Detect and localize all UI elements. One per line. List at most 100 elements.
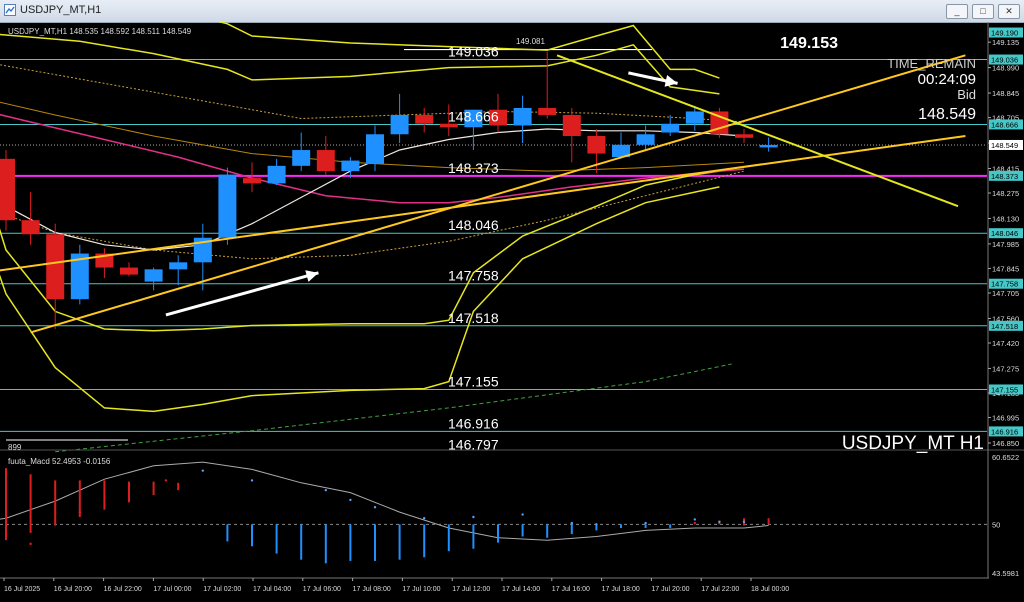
time-tick-label: 17 Jul 14:00 (502, 586, 540, 593)
macd-dot (201, 469, 204, 472)
candle-body (636, 134, 655, 145)
time-tick-label: 16 Jul 20:00 (54, 586, 92, 593)
time-tick-label: 17 Jul 18:00 (602, 586, 640, 593)
price-tick-label: 147.985 (992, 240, 1019, 249)
price-tag-level: 148.373 (991, 172, 1018, 181)
candle-body (292, 150, 311, 166)
macd-axis-label: 50 (992, 520, 1000, 529)
time-tick-label: 17 Jul 12:00 (452, 586, 490, 593)
time-axis[interactable]: 16 Jul 2025 16 Jul 20:00 16 Jul 22:00 17 Ju… (0, 577, 989, 593)
chart-area[interactable]: 149.036 148.666 148.373 148.046 147.758 147.5… (0, 0, 1024, 597)
macd-dot (127, 498, 131, 502)
candle-body (538, 107, 557, 115)
price-tag-top: 149.190 (991, 29, 1018, 38)
macd-dot (595, 523, 598, 526)
candle-body (735, 134, 753, 138)
macd-dot (373, 506, 377, 509)
candle-body (390, 114, 409, 135)
candle-body (218, 174, 237, 238)
candle-body (46, 234, 65, 300)
price-tick-label: 148.130 (992, 214, 1019, 223)
candle-body (267, 165, 286, 184)
candle-body (366, 134, 384, 165)
candle-body (562, 114, 581, 137)
time-remain-value: 00:24:09 (918, 71, 976, 88)
candle-body (243, 178, 261, 184)
price-tag-current: 148.549 (991, 141, 1018, 150)
ma-dotted-upper (0, 64, 745, 123)
level-label: 148.046 (448, 217, 499, 233)
level-label: 147.758 (448, 268, 499, 284)
macd-dot (521, 513, 524, 516)
macd-dot (250, 479, 254, 482)
candle-body (513, 107, 532, 126)
band-inner-lower (0, 170, 720, 332)
chart-window-icon (4, 4, 16, 16)
macd-dot (29, 542, 32, 546)
macd-dot (742, 520, 746, 524)
level-label: 147.518 (448, 310, 499, 326)
price-tick-label: 146.850 (992, 439, 1019, 448)
bid-label: Bid (957, 87, 976, 102)
trend-arrow-head[interactable] (664, 75, 678, 87)
time-tick-label: 17 Jul 20:00 (651, 586, 689, 593)
price-chart-canvas[interactable]: 149.036 148.666 148.373 148.046 147.758 147.5… (0, 0, 1024, 597)
restore-button[interactable]: □ (972, 4, 994, 19)
chart-header: USDJPY_MT,H1 148.535 148.592 148.511 148… (8, 27, 192, 36)
current-price-big: 149.153 (780, 35, 838, 52)
price-tick-label: 148.275 (992, 189, 1019, 198)
time-tick-label: 17 Jul 02:00 (203, 586, 241, 593)
time-tick-label: 17 Jul 08:00 (353, 586, 391, 593)
macd-dot (164, 479, 168, 482)
candle-body (144, 269, 163, 282)
macd-panel (0, 449, 1024, 564)
macd-axis-label: 60.6522 (992, 453, 1019, 462)
price-tag-level: 147.155 (991, 385, 1018, 394)
time-tick-label: 17 Jul 00:00 (153, 586, 191, 593)
window-title: USDJPY_MT,H1 (20, 4, 102, 16)
trendline[interactable] (0, 135, 966, 280)
close-button[interactable]: ✕ (998, 4, 1020, 19)
price-tick-label: 147.845 (992, 264, 1019, 273)
trend-arrow-shaft[interactable] (165, 271, 319, 317)
time-tick-label: 16 Jul 2025 (4, 586, 40, 593)
macd-label: fuuta_Macd 52.4953 -0.0156 (8, 457, 111, 466)
level-label: 148.373 (448, 160, 499, 176)
price-tick-label: 147.420 (992, 339, 1019, 348)
level-labels: 149.036 148.666 148.373 148.046 147.758 147.5… (448, 44, 499, 453)
partial-label: 899 (8, 443, 22, 452)
macd-dot (644, 521, 647, 525)
time-remain-label: TIME_REMAIN (887, 56, 976, 71)
trendlines[interactable] (0, 54, 966, 334)
candle-body (316, 150, 335, 172)
minimize-button[interactable]: _ (946, 4, 968, 19)
price-tag-level: 147.518 (991, 322, 1018, 331)
candle-body (0, 158, 15, 221)
level-label: 149.036 (448, 44, 499, 60)
price-tick-label: 147.705 (992, 289, 1019, 298)
time-tick-label: 17 Jul 10:00 (402, 586, 440, 593)
macd-dot (324, 488, 327, 492)
candle-body (759, 144, 778, 148)
price-axis[interactable]: 149.135148.990148.845148.705148.560148.4… (987, 22, 1023, 578)
macd-dot (570, 521, 573, 525)
time-tick-label: 17 Jul 04:00 (253, 586, 291, 593)
price-tag-level: 146.916 (991, 427, 1018, 436)
candle-body (341, 160, 360, 172)
time-tick-label: 18 Jul 00:00 (751, 586, 789, 593)
symbol-watermark: USDJPY_MT H1 (842, 433, 984, 454)
time-tick-label: 17 Jul 22:00 (701, 586, 739, 593)
candle-body (661, 123, 680, 133)
price-tag-level: 148.046 (991, 229, 1018, 238)
bid-value: 148.549 (918, 106, 976, 123)
macd-dot (718, 520, 721, 524)
price-tick-label: 146.995 (992, 414, 1019, 423)
macd-axis-label: 43.5981 (992, 569, 1019, 578)
candle-body (120, 267, 138, 275)
ma-green-dashed (55, 363, 732, 453)
time-tick-label: 17 Jul 06:00 (303, 586, 341, 593)
peak-price-label: 149.081 (516, 37, 545, 46)
candle-body (21, 220, 40, 235)
price-tick-label: 147.275 (992, 364, 1019, 373)
price-tag-level: 147.758 (991, 280, 1018, 289)
